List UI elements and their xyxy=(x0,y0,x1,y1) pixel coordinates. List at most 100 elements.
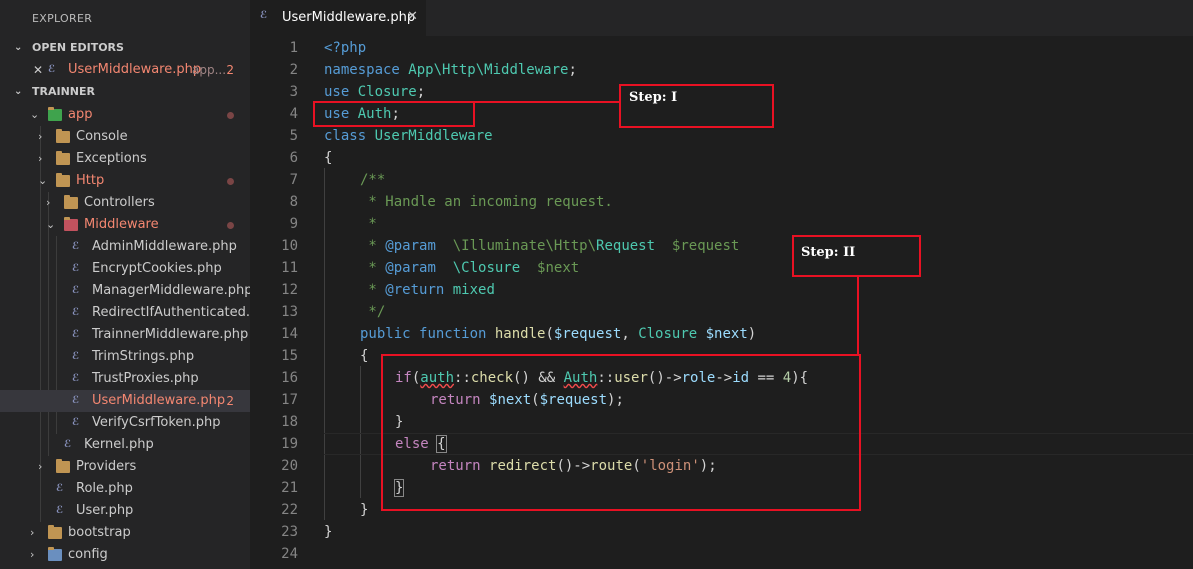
problem-count-badge: 2 xyxy=(226,394,234,408)
controllers-folder-icon xyxy=(64,195,78,209)
tree-folder-config[interactable]: › config xyxy=(0,544,250,566)
php-file-icon: ℰ xyxy=(72,417,80,428)
folder-icon xyxy=(56,151,70,165)
php-file-icon: ℰ xyxy=(56,483,64,494)
line-number: 8 xyxy=(289,194,298,210)
php-file-icon: ℰ xyxy=(72,373,80,384)
code-line: } xyxy=(324,524,333,540)
line-number: 17 xyxy=(281,392,298,408)
chevron-down-icon: ⌄ xyxy=(14,42,23,53)
line-number: 23 xyxy=(281,524,298,540)
code-line: */ xyxy=(360,304,386,320)
annotation-connector xyxy=(474,101,620,103)
tree-file[interactable]: ℰ AdminMiddleware.php xyxy=(0,236,250,258)
line-number: 15 xyxy=(281,348,298,364)
tree-file-role[interactable]: ℰ Role.php xyxy=(0,478,250,500)
line-number: 3 xyxy=(289,84,298,100)
line-number: 24 xyxy=(281,546,298,562)
line-number: 22 xyxy=(281,502,298,518)
code-line: use Closure; xyxy=(324,84,426,100)
folder-icon xyxy=(48,525,62,539)
line-number: 7 xyxy=(289,172,298,188)
middleware-folder-icon xyxy=(64,217,78,231)
php-file-icon: ℰ xyxy=(72,241,80,252)
tree-file[interactable]: ℰ TrainnerMiddleware.php xyxy=(0,324,250,346)
open-editor-path: app... xyxy=(192,63,227,77)
php-file-icon: ℰ xyxy=(48,64,56,75)
code-line: public function handle($request, Closure… xyxy=(360,326,757,342)
chevron-right-icon: › xyxy=(30,548,35,561)
tree-file[interactable]: ℰ VerifyCsrfToken.php xyxy=(0,412,250,434)
line-number: 6 xyxy=(289,150,298,166)
chevron-right-icon: › xyxy=(38,460,43,473)
chevron-right-icon: › xyxy=(38,130,43,143)
chevron-down-icon: ⌄ xyxy=(14,86,23,97)
tree-file[interactable]: ℰ RedirectIfAuthenticated.p... xyxy=(0,302,250,324)
config-folder-icon xyxy=(48,547,62,561)
line-number: 21 xyxy=(281,480,298,496)
php-file-icon: ℰ xyxy=(72,307,80,318)
tree-file-selected[interactable]: ℰ UserMiddleware.php 2 xyxy=(0,390,250,412)
open-editor-name: UserMiddleware.php xyxy=(68,62,202,77)
line-number: 12 xyxy=(281,282,298,298)
code-line: /** xyxy=(360,172,386,188)
tree-folder-http[interactable]: ⌄ Http xyxy=(0,170,250,192)
line-number: 10 xyxy=(281,238,298,254)
tree-folder-exceptions[interactable]: › Exceptions xyxy=(0,148,250,170)
tree-file[interactable]: ℰ ManagerMiddleware.php xyxy=(0,280,250,302)
folder-open-icon xyxy=(56,173,70,187)
annotation-step1-label: Step: I xyxy=(626,90,681,105)
code-line: <?php xyxy=(324,40,367,56)
line-number: 20 xyxy=(281,458,298,474)
tree-file[interactable]: ℰ TrustProxies.php xyxy=(0,368,250,390)
tree-folder-controllers[interactable]: › Controllers xyxy=(0,192,250,214)
problem-count-badge: 2 xyxy=(226,63,234,77)
chevron-down-icon: ⌄ xyxy=(38,174,48,187)
tree-file[interactable]: ℰ TrimStrings.php xyxy=(0,346,250,368)
annotation-box-auth-check xyxy=(381,354,861,511)
code-line: namespace App\Http\Middleware; xyxy=(324,62,577,78)
close-icon[interactable]: ✕ xyxy=(407,9,418,24)
tree-folder-bootstrap[interactable]: › bootstrap xyxy=(0,522,250,544)
line-number: 2 xyxy=(289,62,298,78)
line-number: 4 xyxy=(289,106,298,122)
explorer-sidebar: EXPLORER ⌄ OPEN EDITORS ✕ ℰ UserMiddlewa… xyxy=(0,0,250,569)
chevron-right-icon: › xyxy=(46,196,51,209)
line-number: 18 xyxy=(281,414,298,430)
code-line: { xyxy=(324,150,333,166)
chevron-right-icon: › xyxy=(38,152,43,165)
app-folder-icon xyxy=(48,107,62,121)
annotation-box-use-auth xyxy=(313,101,475,127)
close-icon[interactable]: ✕ xyxy=(33,59,43,81)
tree-folder-middleware[interactable]: ⌄ Middleware xyxy=(0,214,250,236)
php-file-icon: ℰ xyxy=(56,505,64,516)
annotation-connector xyxy=(857,277,859,355)
tree-folder-providers[interactable]: › Providers xyxy=(0,456,250,478)
tree-file-user[interactable]: ℰ User.php xyxy=(0,500,250,522)
tree-folder-console[interactable]: › Console xyxy=(0,126,250,148)
code-line: } xyxy=(360,502,369,518)
modified-dot xyxy=(227,222,234,229)
line-number: 14 xyxy=(281,326,298,342)
code-line: class UserMiddleware xyxy=(324,128,493,144)
tab-label: UserMiddleware.php xyxy=(282,10,416,25)
php-elephant-icon: ℰ xyxy=(260,10,268,21)
open-editor-item[interactable]: ✕ ℰ UserMiddleware.php app... 2 xyxy=(0,59,250,81)
php-file-icon: ℰ xyxy=(72,329,80,340)
modified-dot xyxy=(227,178,234,185)
php-file-icon: ℰ xyxy=(72,285,80,296)
code-line: * xyxy=(360,216,377,232)
line-number: 1 xyxy=(289,40,298,56)
tree-file[interactable]: ℰ EncryptCookies.php xyxy=(0,258,250,280)
open-editors-section-header[interactable]: ⌄ OPEN EDITORS xyxy=(0,37,250,59)
line-number: 9 xyxy=(289,216,298,232)
tree-file-kernel[interactable]: ℰ Kernel.php xyxy=(0,434,250,456)
project-section-header[interactable]: ⌄ TRAINNER xyxy=(0,81,250,103)
editor-tab-usermiddleware[interactable]: ℰ UserMiddleware.php ✕ xyxy=(250,0,426,36)
tree-folder-app[interactable]: ⌄ app xyxy=(0,104,250,126)
code-line: * @return mixed xyxy=(360,282,495,298)
line-number: 13 xyxy=(281,304,298,320)
line-number: 16 xyxy=(281,370,298,386)
annotation-step2-label: Step: II xyxy=(798,245,859,260)
folder-icon xyxy=(56,459,70,473)
